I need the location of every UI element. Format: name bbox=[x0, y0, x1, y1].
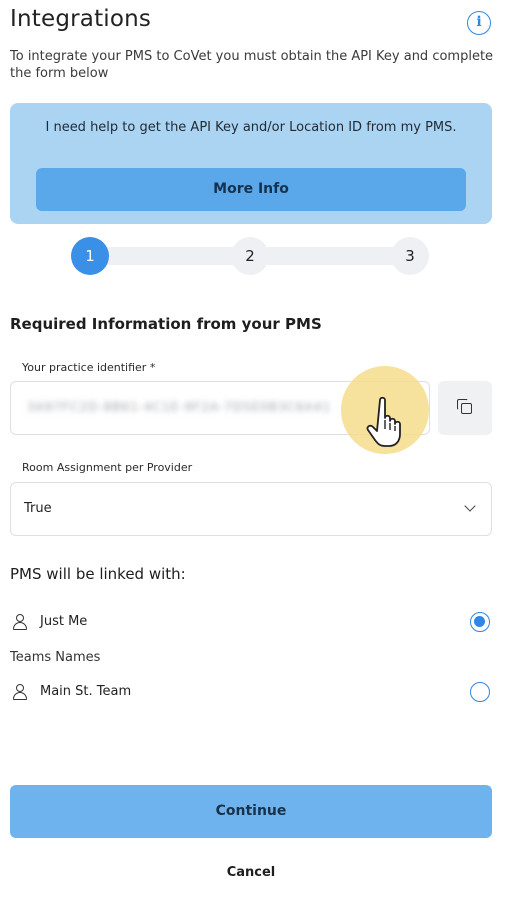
page-title: Integrations bbox=[10, 6, 152, 32]
help-text: I need help to get the API Key and/or Lo… bbox=[45, 120, 457, 135]
teams-names-label: Teams Names bbox=[10, 650, 101, 665]
hand-cursor-icon bbox=[366, 396, 401, 447]
practice-identifier-value: 3A97FC2D-8B61-4C1E-9F2A-7D5E0B3C6A41 bbox=[27, 400, 332, 414]
option-main-st-team-label: Main St. Team bbox=[40, 684, 132, 699]
radio-just-me[interactable] bbox=[470, 612, 490, 632]
radio-main-st-team[interactable] bbox=[470, 682, 490, 702]
room-assignment-label: Room Assignment per Provider bbox=[22, 461, 193, 474]
cancel-link[interactable]: Cancel bbox=[0, 865, 502, 880]
room-assignment-select[interactable]: True bbox=[10, 482, 492, 536]
person-icon bbox=[12, 614, 28, 630]
person-icon bbox=[12, 684, 28, 700]
practice-identifier-label: Your practice identifier * bbox=[22, 361, 156, 374]
copy-button[interactable] bbox=[438, 381, 492, 435]
linked-title: PMS will be linked with: bbox=[10, 565, 186, 583]
integrations-page: Integrations i To integrate your PMS to … bbox=[0, 0, 512, 904]
room-assignment-value: True bbox=[24, 501, 52, 516]
help-box: I need help to get the API Key and/or Lo… bbox=[10, 103, 492, 224]
option-just-me-label: Just Me bbox=[40, 614, 88, 629]
step-2[interactable]: 2 bbox=[231, 237, 269, 275]
section-title: Required Information from your PMS bbox=[10, 315, 322, 333]
more-info-button[interactable]: More Info bbox=[36, 168, 466, 211]
info-icon[interactable]: i bbox=[467, 11, 491, 35]
page-subtitle: To integrate your PMS to CoVet you must … bbox=[10, 49, 494, 81]
step-3[interactable]: 3 bbox=[391, 237, 429, 275]
continue-button[interactable]: Continue bbox=[10, 785, 492, 838]
step-1[interactable]: 1 bbox=[71, 237, 109, 275]
chevron-down-icon bbox=[464, 500, 476, 512]
